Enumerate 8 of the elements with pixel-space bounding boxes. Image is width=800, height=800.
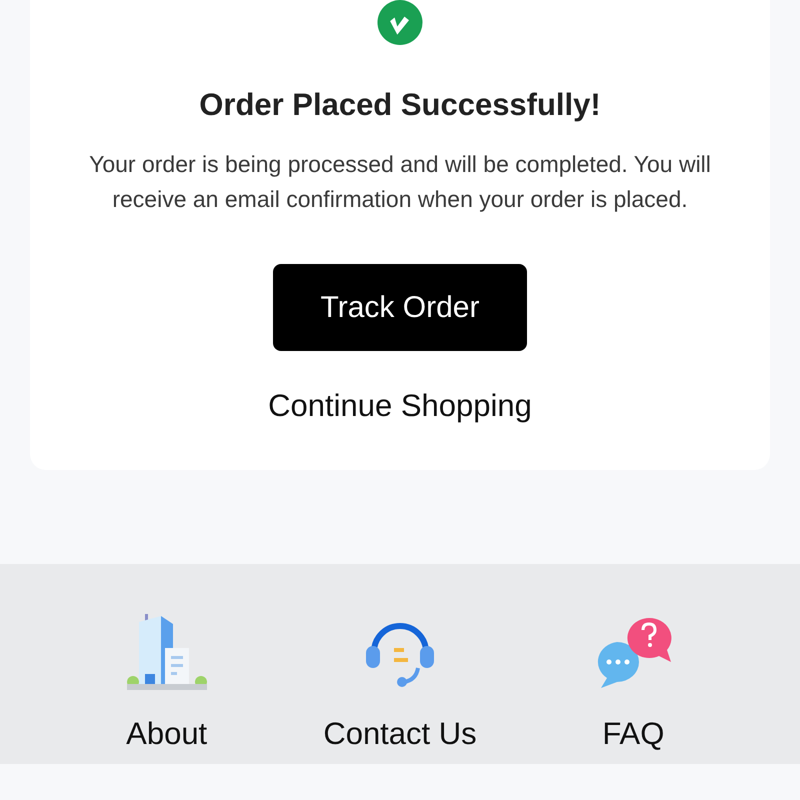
confirmation-message: Your order is being processed and will be completed. You will receive an email confirmation when your order is placed. bbox=[88, 150, 712, 214]
building-icon bbox=[124, 612, 209, 692]
track-order-button[interactable]: Track Order bbox=[273, 264, 527, 351]
footer-link[interactable]: Contact Us bbox=[323, 714, 477, 754]
footer-link[interactable]: FAQ bbox=[602, 714, 664, 754]
continue-shopping-link[interactable]: Continue Shopping bbox=[268, 386, 532, 426]
success-title: Order Placed Successfully! bbox=[199, 86, 601, 124]
footer-link[interactable]: About bbox=[126, 714, 208, 754]
